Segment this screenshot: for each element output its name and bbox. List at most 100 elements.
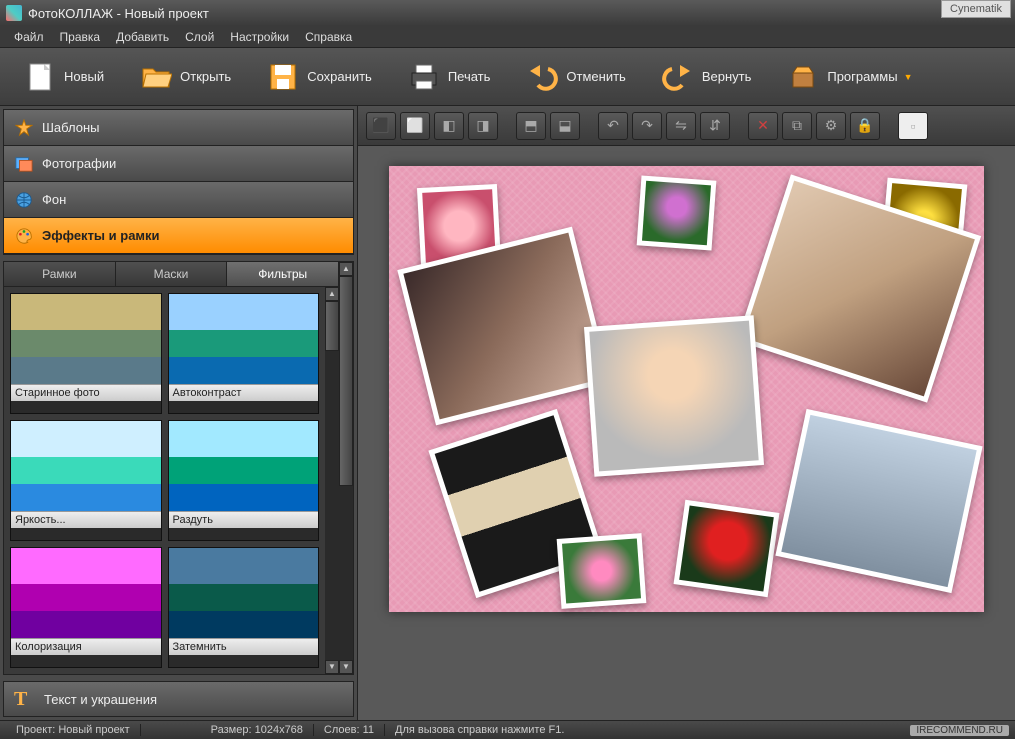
apps-button[interactable]: Программы▼ (773, 57, 926, 97)
filter--[interactable]: Раздуть (168, 420, 320, 541)
chevron-down-icon: ▼ (904, 72, 913, 82)
collage-photo-1[interactable] (637, 175, 717, 250)
new-page-icon[interactable]: ▫ (898, 112, 928, 140)
collage-photo-7[interactable] (557, 533, 647, 609)
scroll-track[interactable] (339, 276, 353, 660)
filters-area: РамкиМаскиФильтры Старинное фотоАвтоконт… (3, 261, 354, 675)
menu-настройки[interactable]: Настройки (222, 28, 297, 46)
sidebar-item-text-decorations[interactable]: T Текст и украшения (3, 681, 354, 717)
status-layers-value: 11 (363, 724, 374, 736)
tab-маски[interactable]: Маски (116, 262, 228, 286)
filter--[interactable]: Колоризация (10, 547, 162, 668)
scroll-handle[interactable] (325, 301, 339, 351)
file-icon (24, 61, 56, 93)
flip-h-icon[interactable]: ⇋ (666, 112, 696, 140)
photo-image (562, 538, 641, 603)
rotate-left-icon[interactable]: ↶ (598, 112, 628, 140)
sidebar: ШаблоныФотографии Фон Эффекты и рамки Рамк… (0, 106, 358, 720)
watermark-bottom: IRECOMMEND.RU (910, 725, 1009, 736)
redo-button[interactable]: Вернуть (648, 57, 766, 97)
collage-photo-9[interactable] (775, 409, 982, 593)
filter-preview (169, 294, 319, 384)
collage-photo-8[interactable] (674, 500, 780, 597)
filter-preview (11, 294, 161, 384)
save-button[interactable]: Сохранить (253, 57, 386, 97)
toolbar-label: Сохранить (307, 69, 372, 84)
menu-слой[interactable]: Слой (177, 28, 222, 46)
crop-icon[interactable]: ⧉ (782, 112, 812, 140)
lock-icon[interactable]: 🔒 (850, 112, 880, 140)
filter-label: Яркость... (11, 511, 161, 528)
menu-добавить[interactable]: Добавить (108, 28, 177, 46)
photo-image (781, 415, 976, 587)
toolbar-label: Открыть (180, 69, 231, 84)
status-project-label: Проект: (16, 724, 55, 736)
sidebar-item-globe[interactable]: Фон (4, 182, 353, 218)
sidebar-item-label: Эффекты и рамки (42, 228, 160, 243)
scroll-track[interactable] (325, 301, 339, 660)
canvas-area: ⬛⬜◧◨ ⬒⬓ ↶↷⇋⇵ ✕⧉⚙🔒 ▫ (358, 106, 1015, 720)
filter-thumbnails: Старинное фотоАвтоконтраст Яркость... Разд… (4, 287, 325, 674)
status-help: Для вызова справки нажмите F1. (385, 724, 910, 736)
filter--[interactable]: Яркость... (10, 420, 162, 541)
sidebar-item-star[interactable]: Шаблоны (4, 110, 353, 146)
send-back-icon[interactable]: ⬜ (400, 112, 430, 140)
print-button[interactable]: Печать (394, 57, 505, 97)
tab-фильтры[interactable]: Фильтры (227, 262, 339, 286)
menu-файл[interactable]: Файл (6, 28, 52, 46)
send-backward-icon[interactable]: ◨ (468, 112, 498, 140)
menu-справка[interactable]: Справка (297, 28, 360, 46)
rotate-right-icon[interactable]: ↷ (632, 112, 662, 140)
canvas-toolbar: ⬛⬜◧◨ ⬒⬓ ↶↷⇋⇵ ✕⧉⚙🔒 ▫ (358, 106, 1015, 146)
file-button[interactable]: Новый (10, 57, 118, 97)
photo-image (589, 321, 758, 472)
status-size: Размер: 1024x768 (201, 724, 314, 736)
thumbs-scrollbar[interactable]: ▲ ▼ (325, 287, 339, 674)
status-size-value: 1024x768 (255, 724, 303, 736)
canvas-viewport[interactable] (358, 146, 1015, 720)
print-icon (408, 61, 440, 93)
folder-open-icon (140, 61, 172, 93)
settings-icon[interactable]: ⚙ (816, 112, 846, 140)
scroll-down-icon[interactable]: ▼ (325, 660, 339, 674)
bring-forward-icon[interactable]: ◧ (434, 112, 464, 140)
bring-front-icon[interactable]: ⬛ (366, 112, 396, 140)
save-icon (267, 61, 299, 93)
filter--[interactable]: Старинное фото (10, 293, 162, 414)
delete-icon[interactable]: ✕ (748, 112, 778, 140)
align-bottom-icon[interactable]: ⬓ (550, 112, 580, 140)
main-toolbar: Новый Открыть Сохранить ПечатьОтменить Верну… (0, 48, 1015, 106)
filter-preview (169, 421, 319, 511)
scroll-up-icon[interactable]: ▲ (325, 287, 339, 301)
tab-рамки[interactable]: Рамки (4, 262, 116, 286)
palette-icon (14, 226, 34, 246)
sidebar-item-label: Текст и украшения (44, 692, 157, 707)
filter--[interactable]: Затемнить (168, 547, 320, 668)
window-title: ФотоКОЛЛАЖ - Новый проект (28, 6, 209, 21)
collage-photo-5[interactable] (584, 315, 764, 476)
collage-canvas[interactable] (389, 166, 984, 612)
undo-button[interactable]: Отменить (512, 57, 639, 97)
text-icon: T (14, 688, 36, 710)
scroll-up-icon[interactable]: ▲ (339, 262, 353, 276)
titlebar: ФотоКОЛЛАЖ - Новый проект Cynematik (0, 0, 1015, 26)
scroll-down-icon[interactable]: ▼ (339, 660, 353, 674)
flip-v-icon[interactable]: ⇵ (700, 112, 730, 140)
menu-правка[interactable]: Правка (52, 28, 109, 46)
toolbar-label: Вернуть (702, 69, 752, 84)
filter-label: Раздуть (169, 511, 319, 528)
sidebar-item-label: Фон (42, 192, 66, 207)
filter-label: Затемнить (169, 638, 319, 655)
status-layers-label: Слоев: (324, 724, 360, 736)
undo-icon (526, 61, 558, 93)
status-project: Проект: Новый проект (6, 724, 141, 736)
toolbar-label: Новый (64, 69, 104, 84)
sidebar-item-photos[interactable]: Фотографии (4, 146, 353, 182)
scroll-handle[interactable] (339, 276, 353, 486)
folder-open-button[interactable]: Открыть (126, 57, 245, 97)
status-project-value: Новый проект (58, 724, 129, 736)
filter--[interactable]: Автоконтраст (168, 293, 320, 414)
outer-scrollbar[interactable]: ▲ ▼ (339, 262, 353, 674)
align-top-icon[interactable]: ⬒ (516, 112, 546, 140)
sidebar-item-palette[interactable]: Эффекты и рамки (4, 218, 353, 254)
